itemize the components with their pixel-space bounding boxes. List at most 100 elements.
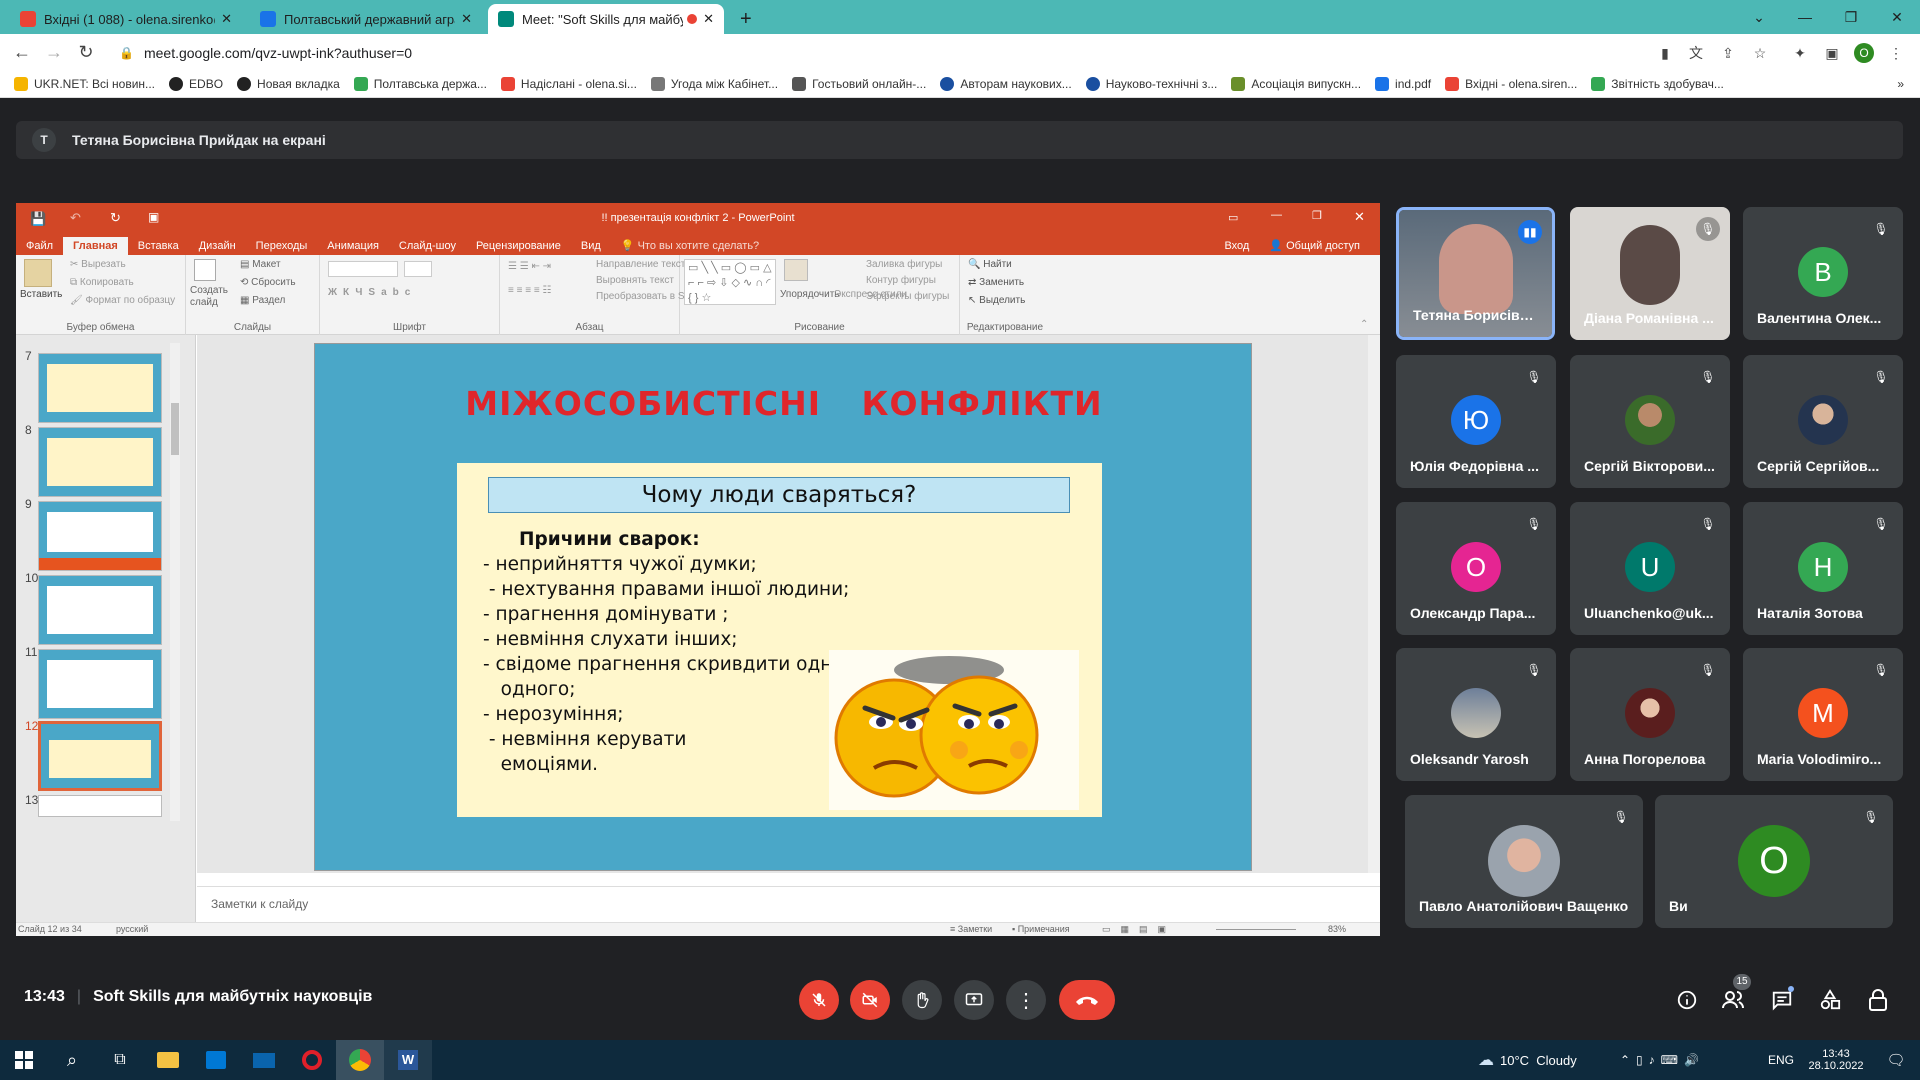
thumbnail-scrollbar[interactable] [170,343,180,821]
new-slide-button[interactable]: Создать слайд [190,285,230,309]
select-button[interactable]: ↖ Выделить [968,295,1025,306]
minimize-button[interactable]: — [1782,0,1828,34]
shape-outline-button[interactable]: Контур фигуры [866,275,936,286]
shape-fill-button[interactable]: Заливка фигуры [866,259,942,270]
ppt-tab-file[interactable]: Файл [16,237,63,255]
shape-effects-button[interactable]: Эффекты фигуры [866,291,949,302]
ppt-tell-me-box[interactable]: 💡 Что вы хотите сделать? [611,236,769,255]
bookmark-item[interactable]: Звітність здобувач... [1591,76,1724,91]
align-icons[interactable]: ≡ ≡ ≡ ≡ ☷ [508,285,551,296]
search-icon[interactable]: ⌕ [48,1040,96,1080]
activities-button[interactable] [1816,986,1844,1014]
paste-button[interactable]: Вставить [20,289,62,300]
sidepanel-icon[interactable]: ▣ [1822,43,1842,63]
replace-button[interactable]: ⇄ Заменить [968,277,1024,288]
slide-thumbnail[interactable] [38,795,162,817]
mic-toggle-button[interactable] [799,980,839,1020]
participant-tile-self[interactable]: 🎙 O Ви [1655,795,1893,928]
bullets-icon[interactable]: ☰ ☰ ⇤ ⇥ [508,261,551,272]
ppt-restore-button[interactable]: ❐ [1312,209,1322,222]
participant-tile[interactable]: 🎙 Н Наталія Зотова [1743,502,1903,635]
slide-thumbnail[interactable] [38,427,162,497]
system-tray-icons[interactable]: ⌃▯♪⌨🔊 [1620,1040,1705,1080]
bookmark-item[interactable]: Надіслані - olena.si... [500,76,637,91]
restore-button[interactable]: ❐ [1828,0,1874,34]
reset-button[interactable]: ⟲ Сбросить [240,277,296,288]
ppt-tab-home[interactable]: Главная [63,237,128,255]
participant-tile[interactable]: 🎙 M Maria Volodimiro... [1743,648,1903,781]
ppt-close-button[interactable]: ✕ [1354,209,1365,225]
status-notes-button[interactable]: ≡ Заметки [950,924,992,934]
close-tab-icon[interactable]: ✕ [703,11,714,27]
scrollbar-thumb[interactable] [171,403,179,455]
participant-tile[interactable]: 🎙 Сергій Вікторови... [1570,355,1730,488]
status-comments-button[interactable]: ▪ Примечания [1012,924,1070,934]
meeting-details-button[interactable] [1673,986,1701,1014]
arrange-button[interactable]: Упорядочить [780,289,840,300]
bookmark-item[interactable]: EDBO [169,76,223,91]
find-button[interactable]: 🔍 Найти [968,259,1012,270]
back-icon[interactable]: ← [10,41,34,63]
weather-widget[interactable]: ☁ 10°C Cloudy [1478,1040,1577,1080]
ppt-tab-design[interactable]: Дизайн [189,237,246,255]
ppt-tab-view[interactable]: Вид [571,237,611,255]
profile-avatar[interactable]: O [1854,43,1874,63]
bookmark-item[interactable]: Асоціація випускн... [1231,76,1361,91]
present-screen-button[interactable] [954,980,994,1020]
host-controls-button[interactable] [1864,986,1892,1014]
font-name-box[interactable] [328,261,398,277]
participant-tile[interactable]: 🎙 Сергій Сергійов... [1743,355,1903,488]
extensions-icon[interactable]: ✦ [1790,43,1810,63]
participant-tile[interactable]: 🎙 Павло Анатолійович Ващенко [1405,795,1643,928]
bookmark-item[interactable]: Гостьовий онлайн-... [792,76,926,91]
tab-search-icon[interactable]: ⌄ [1736,0,1782,34]
more-bookmarks-icon[interactable]: » [1897,77,1904,91]
zoom-level[interactable]: 83% [1328,924,1346,934]
slide-12[interactable]: МІЖОСОБИСТІСНІ КОНФЛІКТИ Чому люди сваря… [314,343,1252,871]
ppt-tab-slideshow[interactable]: Слайд-шоу [389,237,466,255]
file-explorer-icon[interactable] [144,1040,192,1080]
shapes-gallery[interactable]: ▭ ╲ ╲ ▭ ◯ ▭ △ ⌐ ⌐ ⇨ ⇩ ◇ ∿ ∩ ◜ { } ☆ [684,259,776,305]
end-call-button[interactable] [1059,980,1115,1020]
slide-vertical-scrollbar[interactable] [1368,335,1380,873]
slide-thumbnail[interactable] [38,501,162,571]
chat-button[interactable] [1768,986,1796,1014]
font-format-icons[interactable]: ЖКЧЅabc [328,287,416,298]
format-painter-button[interactable]: 🖌 Формат по образцу [70,295,175,306]
slide-thumbnail[interactable] [38,649,162,719]
close-window-button[interactable]: ✕ [1874,0,1920,34]
chrome-icon[interactable] [336,1040,384,1080]
participant-tile[interactable]: 🎙 O Олександр Пара... [1396,502,1556,635]
bookmark-item[interactable]: Угода між Кабінет... [650,76,778,91]
participant-tile[interactable]: 🎙 Ю Юлія Федорівна ... [1396,355,1556,488]
zoom-slider[interactable] [1216,929,1296,930]
task-view-icon[interactable]: ⧉ [96,1040,144,1080]
participant-tile[interactable]: 🎙 Діана Романівна ... [1570,207,1730,340]
browser-tab-gmail[interactable]: Вхідні (1 088) - olena.sirenko@p ✕ [10,4,242,34]
notifications-icon[interactable]: 🗨 [1872,1040,1920,1080]
view-buttons[interactable]: ▭▦▤▣ [1102,924,1176,935]
word-icon[interactable]: W [384,1040,432,1080]
participant-tile[interactable]: 🎙 В Валентина Олек... [1743,207,1903,340]
section-button[interactable]: ▦ Раздел [240,295,285,306]
more-options-button[interactable]: ⋮ [1006,980,1046,1020]
ppt-share-button[interactable]: 👤 Общий доступ [1259,236,1370,255]
browser-tab-meet[interactable]: Meet: "Soft Skills для майбут ✕ [488,4,724,34]
input-language[interactable]: ENG [1768,1040,1794,1080]
bookmark-item[interactable]: Авторам наукових... [940,76,1072,91]
collapse-ribbon-icon[interactable]: ⌃ [1360,319,1368,330]
notes-pane[interactable]: Заметки к слайду [197,886,1380,922]
participant-tile[interactable]: ▮▮ Тетяна Борисівна... [1396,207,1555,340]
cut-button[interactable]: ✂ Вырезать [70,259,126,270]
share-icon[interactable]: ⇪ [1718,43,1738,63]
camera-toggle-button[interactable] [850,980,890,1020]
close-tab-icon[interactable]: ✕ [461,11,472,27]
bookmark-item[interactable]: Науково-технічні з... [1085,76,1217,91]
slide-thumbnail[interactable] [38,353,162,423]
ppt-tab-animations[interactable]: Анимация [317,237,389,255]
ppt-tab-transitions[interactable]: Переходы [246,237,318,255]
copy-button[interactable]: ⧉ Копировать [70,277,134,288]
slide-thumbnail[interactable] [38,575,162,645]
people-button[interactable]: 15 [1719,974,1751,1014]
ppt-minimize-button[interactable]: — [1271,209,1282,221]
